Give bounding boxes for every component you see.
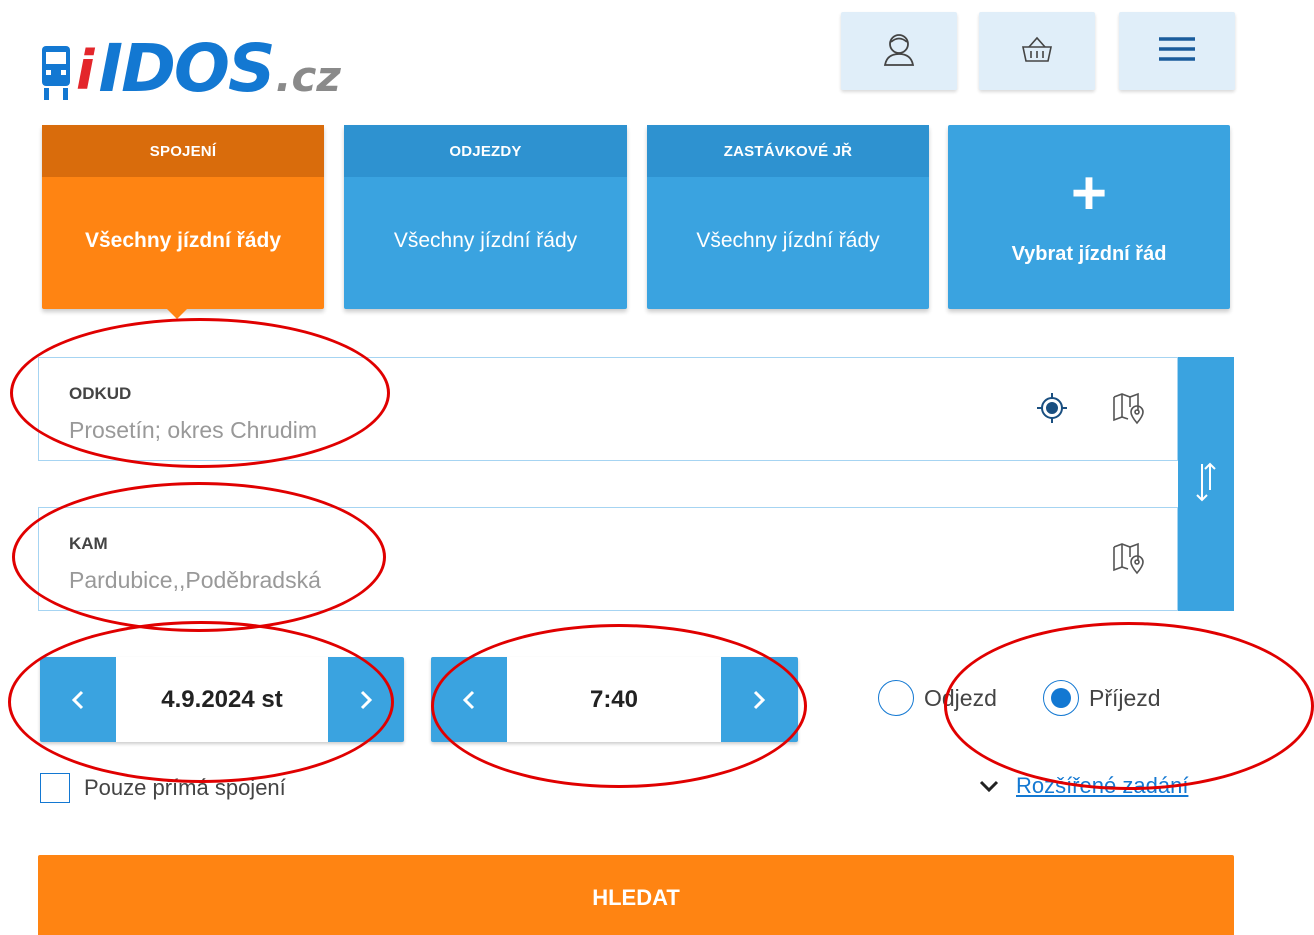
hamburger-icon	[1157, 35, 1197, 68]
logo-suffix: .cz	[275, 52, 341, 101]
date-stepper: 4.9.2024 st	[40, 657, 404, 742]
arrival-radio-option[interactable]: Příjezd	[1043, 680, 1161, 716]
departure-radio[interactable]	[878, 680, 914, 716]
search-button[interactable]: HLEDAT	[38, 855, 1234, 935]
tab-spojeni[interactable]: SPOJENÍ Všechny jízdní řády	[42, 125, 324, 319]
direct-only-label: Pouze přímá spojení	[84, 775, 286, 800]
swap-stations-button[interactable]	[1178, 357, 1234, 611]
to-label: KAM	[69, 534, 108, 553]
date-value[interactable]: 4.9.2024 st	[116, 657, 328, 742]
plus-icon: +	[1070, 158, 1108, 228]
tab-title: ZASTÁVKOVÉ JŘ	[647, 125, 929, 177]
select-timetable-label: Vybrat jízdní řád	[1011, 242, 1167, 265]
chevron-down-icon	[979, 780, 999, 793]
direct-only-option[interactable]: Pouze přímá spojení	[40, 773, 286, 803]
time-stepper: 7:40	[431, 657, 798, 742]
advanced-search-toggle[interactable]: Rozšířené zadání	[978, 773, 1188, 799]
chevron-right-icon	[360, 690, 373, 709]
user-icon	[881, 31, 917, 72]
from-field[interactable]: ODKUD	[38, 357, 1178, 461]
chevron-right-icon	[753, 690, 766, 709]
departure-label: Odjezd	[924, 684, 997, 711]
date-prev-button[interactable]	[40, 657, 116, 742]
tab-zastavkove-jr[interactable]: ZASTÁVKOVÉ JŘ Všechny jízdní řády	[647, 125, 929, 309]
user-account-button[interactable]	[841, 12, 957, 90]
arrival-label: Příjezd	[1089, 684, 1161, 711]
arrival-radio[interactable]	[1043, 680, 1079, 716]
departure-radio-option[interactable]: Odjezd	[878, 680, 997, 716]
time-value[interactable]: 7:40	[507, 657, 721, 742]
tab-active-notch	[167, 309, 187, 319]
map-pin-icon[interactable]	[1111, 541, 1145, 575]
date-next-button[interactable]	[328, 657, 404, 742]
idos-logo[interactable]: i IDOS .cz	[38, 22, 341, 102]
tab-title: SPOJENÍ	[42, 125, 324, 177]
to-input[interactable]	[69, 564, 969, 596]
direct-only-checkbox[interactable]	[40, 773, 70, 803]
menu-button[interactable]	[1119, 12, 1235, 90]
map-pin-icon[interactable]	[1111, 391, 1145, 425]
swap-arrows-icon	[1194, 460, 1218, 509]
advanced-search-link[interactable]: Rozšířené zadání	[1016, 773, 1188, 799]
locate-me-icon[interactable]	[1035, 391, 1069, 425]
to-field[interactable]: KAM	[38, 507, 1178, 611]
chevron-left-icon	[71, 690, 84, 709]
tab-title: ODJEZDY	[344, 125, 627, 177]
bus-icon	[38, 42, 82, 102]
time-prev-button[interactable]	[431, 657, 507, 742]
from-label: ODKUD	[69, 384, 132, 403]
tab-subtitle: Všechny jízdní řády	[84, 229, 282, 252]
basket-button[interactable]	[979, 12, 1095, 90]
from-input[interactable]	[69, 414, 969, 446]
logo-wordmark: IDOS	[98, 30, 276, 107]
tab-subtitle: Všechny jízdní řády	[393, 229, 578, 252]
tab-odjezdy[interactable]: ODJEZDY Všechny jízdní řády	[344, 125, 627, 309]
basket-icon	[1020, 34, 1054, 69]
chevron-left-icon	[462, 690, 475, 709]
time-next-button[interactable]	[721, 657, 797, 742]
tab-subtitle: Všechny jízdní řády	[696, 229, 880, 252]
select-timetable-button[interactable]: + Vybrat jízdní řád	[948, 125, 1230, 309]
